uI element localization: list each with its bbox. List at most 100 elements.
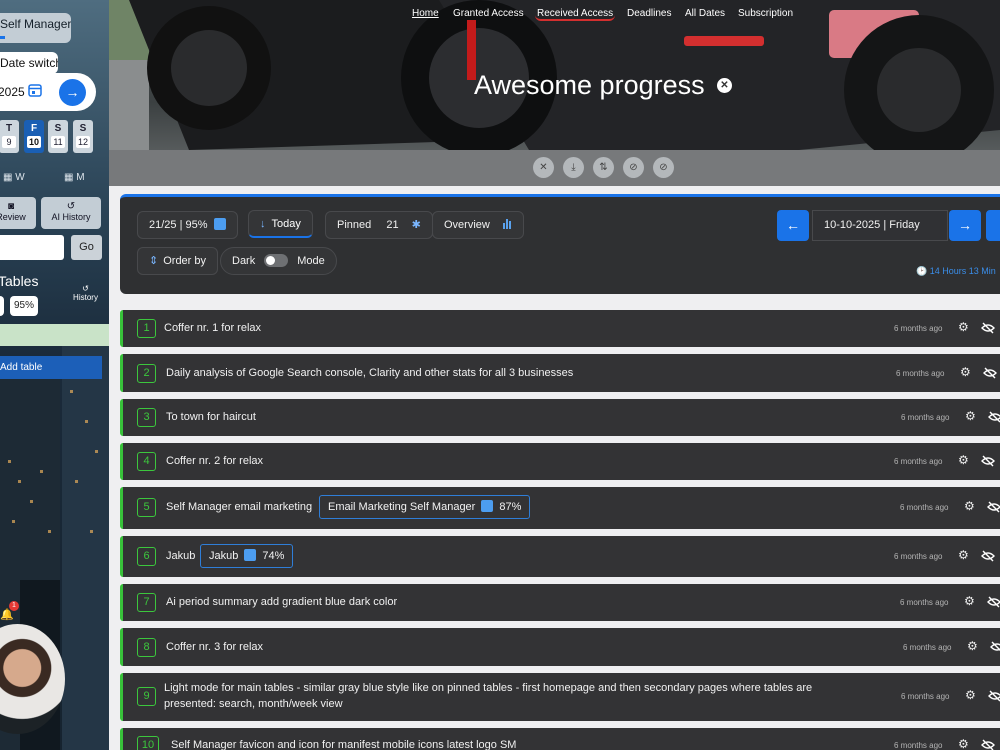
day-letter: F [30, 123, 38, 134]
nav-received-access[interactable]: Received Access [535, 8, 616, 21]
app-title[interactable]: Self Manager [0, 13, 71, 43]
hero-title: Awesome progress [474, 70, 705, 100]
toggle-switch[interactable] [264, 254, 289, 267]
hide-eye-icon[interactable] [988, 411, 1000, 423]
task-row[interactable]: 6 Jakub Jakub 74% 6 months ago ⚙ [120, 536, 1000, 577]
sort-icon: ⇕ [149, 255, 159, 267]
tag-label: Email Marketing Self Manager [328, 501, 476, 513]
hide-eye-icon[interactable] [981, 739, 995, 750]
hide-eye-icon[interactable] [987, 501, 1000, 513]
table-toolbar: 21/25 | 95% ↓ Today Pinned 21 ✱ Overview … [120, 194, 1000, 294]
hide-eye-icon[interactable] [988, 690, 1000, 702]
gear-icon[interactable]: ⚙ [960, 365, 971, 379]
search-go-button[interactable]: Go [71, 235, 102, 260]
task-number[interactable]: 9 [137, 687, 156, 706]
hide-eye-icon[interactable] [981, 322, 995, 334]
task-text: Daily analysis of Google Search console,… [166, 367, 574, 379]
title-accent [0, 36, 5, 39]
day-saturday[interactable]: S 11 [48, 120, 68, 153]
task-text: Jakub [166, 550, 196, 562]
nav-all-dates[interactable]: All Dates [685, 8, 725, 19]
nav-deadlines[interactable]: Deadlines [627, 8, 671, 19]
table-square-icon [481, 500, 494, 512]
week-view-button[interactable]: ▦ W [3, 172, 25, 183]
gear-icon[interactable]: ⚙ [964, 499, 975, 513]
gear-icon[interactable]: ⚙ [958, 737, 969, 750]
task-number[interactable]: 4 [137, 452, 156, 471]
task-number[interactable]: 10 [137, 736, 159, 750]
task-number[interactable]: 2 [137, 364, 156, 383]
overview-button[interactable]: Overview [432, 211, 524, 239]
task-number[interactable]: 8 [137, 638, 156, 657]
task-row[interactable]: 8 Coffer nr. 3 for relax 6 months ago ⚙ [120, 628, 1000, 666]
gear-icon[interactable]: ⚙ [958, 548, 969, 562]
history-button[interactable]: ↺ History [62, 284, 109, 314]
prev-day-button[interactable]: ← [777, 210, 809, 241]
month-view-button[interactable]: ▦ M [64, 172, 85, 183]
table-search-input[interactable] [0, 235, 64, 260]
today-button[interactable]: ↓ Today [248, 210, 313, 238]
task-number[interactable]: 7 [137, 593, 156, 612]
hide-eye-icon[interactable] [981, 455, 995, 467]
task-number[interactable]: 5 [137, 498, 156, 517]
task-row[interactable]: 5 Self Manager email marketing Email Mar… [120, 487, 1000, 529]
task-number[interactable]: 3 [137, 408, 156, 427]
hide-eye-icon[interactable] [983, 367, 997, 379]
task-row[interactable]: 3 To town for haircut 6 months ago ⚙ [120, 399, 1000, 436]
task-number[interactable]: 1 [137, 319, 156, 338]
hero-close-button[interactable]: ✕ [717, 78, 732, 93]
gear-icon[interactable]: ⚙ [965, 688, 976, 702]
hide-banner-icon[interactable]: ⊘ [653, 157, 674, 178]
download-icon[interactable]: ⤓ [563, 157, 584, 178]
dark-label: Dark [232, 255, 256, 267]
hide-eye-icon[interactable] [990, 641, 1000, 653]
day-number: 12 [76, 136, 90, 148]
calendar-icon[interactable] [28, 83, 42, 97]
date-input-value[interactable]: 2025 [0, 85, 25, 99]
dark-mode-toggle[interactable]: Dark Mode [220, 247, 337, 275]
task-timestamp: 6 months ago [894, 552, 943, 561]
task-row[interactable]: 10 Self Manager favicon and icon for man… [120, 728, 1000, 750]
add-table-button[interactable]: Add table [0, 356, 102, 379]
day-thursday[interactable]: T 9 [0, 120, 19, 153]
gear-icon[interactable]: ⚙ [958, 320, 969, 334]
task-timestamp: 6 months ago [900, 503, 949, 512]
current-date-display[interactable]: 10-10-2025 | Friday [812, 210, 948, 241]
ai-history-button[interactable]: ↺ AI History [41, 197, 101, 229]
next-day-button[interactable]: → [949, 210, 981, 241]
progress-button[interactable]: 21/25 | 95% [137, 211, 238, 239]
linked-table-tag[interactable]: Email Marketing Self Manager 87% [319, 495, 531, 519]
hide-image-icon[interactable]: ⊘ [623, 157, 644, 178]
reorder-icon[interactable]: ⇅ [593, 157, 614, 178]
gear-icon[interactable]: ⚙ [958, 453, 969, 467]
task-row[interactable]: 9 Light mode for main tables - similar g… [120, 673, 1000, 721]
task-row[interactable]: 4 Coffer nr. 2 for relax 6 months ago ⚙ [120, 443, 1000, 480]
task-number[interactable]: 6 [137, 547, 156, 566]
task-row[interactable]: 1 Coffer nr. 1 for relax 6 months ago ⚙ [120, 310, 1000, 347]
order-by-button[interactable]: ⇕ Order by [137, 247, 219, 275]
nav-home[interactable]: Home [412, 8, 439, 19]
tables-percent-pill[interactable]: 95% [10, 296, 38, 316]
task-row[interactable]: 2 Daily analysis of Google Search consol… [120, 354, 1000, 392]
gear-icon[interactable]: ⚙ [965, 409, 976, 423]
nav-subscription[interactable]: Subscription [738, 8, 793, 19]
hide-eye-icon[interactable] [981, 550, 995, 562]
linked-table-tag[interactable]: Jakub 74% [200, 544, 294, 568]
review-button[interactable]: ◙ Review [0, 197, 36, 229]
date-picker[interactable]: 2025 → [0, 73, 96, 111]
clear-icon[interactable]: ✕ [533, 157, 554, 178]
day-sunday[interactable]: S 12 [73, 120, 93, 153]
gear-icon[interactable]: ⚙ [967, 639, 978, 653]
hide-eye-icon[interactable] [987, 596, 1000, 608]
task-row[interactable]: 7 Ai period summary add gradient blue da… [120, 584, 1000, 621]
tables-count-pill[interactable] [0, 296, 4, 316]
hero-banner: Home Granted Access Received Access Dead… [109, 0, 1000, 186]
nav-granted-access[interactable]: Granted Access [453, 8, 524, 19]
day-friday[interactable]: F 10 [24, 120, 44, 153]
gear-icon[interactable]: ⚙ [964, 594, 975, 608]
add-table-label: Add table [0, 362, 43, 373]
extra-nav-button[interactable] [986, 210, 1000, 241]
pinned-button[interactable]: Pinned 21 ✱ [325, 211, 433, 239]
task-text: Light mode for main tables - similar gra… [164, 682, 813, 710]
date-go-button[interactable]: → [59, 79, 86, 106]
